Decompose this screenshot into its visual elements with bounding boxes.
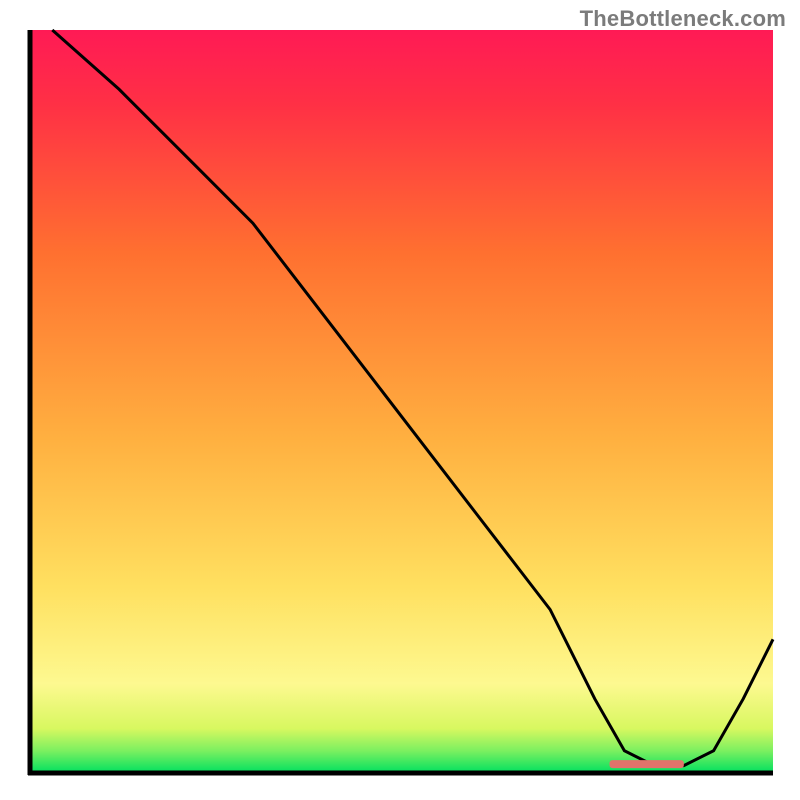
watermark-text: TheBottleneck.com bbox=[580, 6, 786, 32]
chart-container: { "watermark": "TheBottleneck.com", "cha… bbox=[0, 0, 800, 800]
optimal-range-marker bbox=[610, 760, 684, 768]
bottleneck-chart bbox=[0, 0, 800, 800]
plot-background bbox=[30, 30, 773, 773]
